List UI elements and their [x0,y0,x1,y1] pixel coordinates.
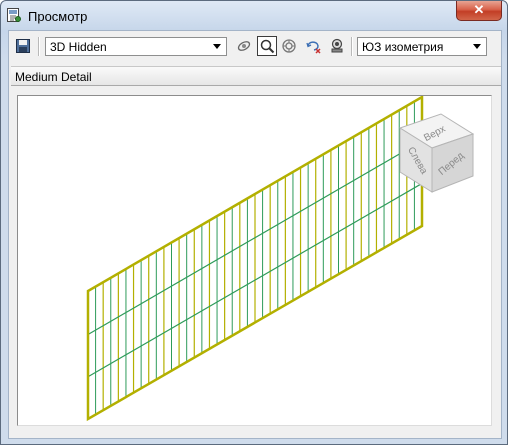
mesh-model[interactable]: ВерхСлева Перед [18,94,491,425]
toolbar-separator [38,37,40,56]
orbit-button[interactable] [234,36,254,56]
3d-viewport[interactable]: Верх Слева Перед [17,94,492,426]
zoom-extents-icon [282,39,296,53]
zoom-extents-button[interactable] [279,36,299,56]
visual-style-select[interactable]: 3D Hidden [45,37,227,56]
view-preset-select[interactable]: ЮЗ изометрия [357,37,487,56]
camera-icon [331,38,343,53]
dialog-client: 3D Hidden ЮЗ изометрия Medium Detail Вер… [8,30,502,439]
chevron-down-icon [210,39,224,54]
preview-window: Просмотр ✕ 3D Hidden ЮЗ изометрия Medium… [0,0,508,445]
save-icon [16,39,30,53]
save-button[interactable] [13,36,33,56]
toolbar: 3D Hidden ЮЗ изометрия [9,31,501,61]
view-preset-value: ЮЗ изометрия [362,40,444,54]
title-bar[interactable]: Просмотр ✕ [1,1,507,31]
window-title: Просмотр [28,9,88,24]
rotate-button[interactable] [304,36,324,56]
visual-style-value: 3D Hidden [50,40,107,54]
viewcube[interactable]: ВерхСлева Перед [398,113,475,193]
detail-level-label: Medium Detail [15,70,92,84]
toolbar-separator [351,37,353,56]
close-icon: ✕ [473,2,485,17]
zoom-icon [260,39,275,54]
detail-level-bar[interactable]: Medium Detail [11,66,501,86]
chevron-down-icon [470,39,484,54]
zoom-button[interactable] [257,36,277,56]
close-button[interactable]: ✕ [456,1,502,21]
orbit-icon [237,41,251,51]
rotate-icon [306,41,321,54]
camera-button[interactable] [327,36,347,56]
app-icon [7,8,21,22]
